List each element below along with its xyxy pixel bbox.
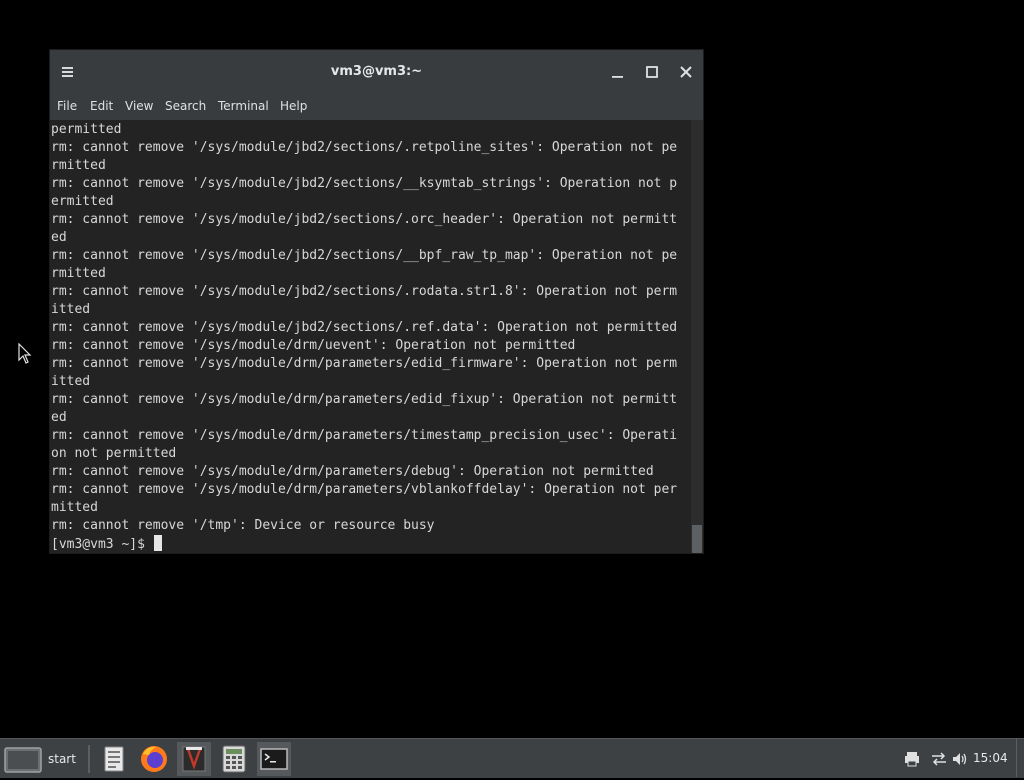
desktop: vm3@vm3:~ File Edit View Search Terminal… — [0, 0, 1024, 738]
maximize-icon[interactable] — [642, 62, 662, 82]
text-editor-icon — [182, 746, 206, 772]
calculator-icon — [222, 745, 246, 773]
terminal-line: rm: cannot remove '/tmp': Device or reso… — [51, 518, 435, 533]
menu-view[interactable]: View — [122, 94, 156, 118]
terminal-line: itted — [51, 374, 91, 389]
text-editor-launcher[interactable] — [177, 742, 211, 776]
show-desktop-button[interactable] — [1016, 739, 1024, 777]
terminal-line: rm: cannot remove '/sys/module/jbd2/sect… — [51, 140, 678, 155]
minimize-icon[interactable] — [608, 62, 628, 82]
terminal-line: rmitted — [51, 158, 106, 173]
terminal-line: rm: cannot remove '/sys/module/jbd2/sect… — [51, 284, 678, 299]
calculator-launcher[interactable] — [217, 742, 251, 776]
terminal-line: rm: cannot remove '/sys/module/drm/param… — [51, 428, 678, 443]
terminal-line: itted — [51, 302, 91, 317]
shell-prompt: [vm3@vm3 ~]$ — [51, 537, 153, 552]
start-label: start — [48, 752, 76, 766]
start-menu-icon — [4, 747, 42, 773]
scrollbar-thumb[interactable] — [692, 525, 702, 553]
text-cursor — [153, 535, 162, 551]
window-titlebar[interactable]: vm3@vm3:~ — [50, 50, 703, 94]
terminal-line: rm: cannot remove '/sys/module/drm/ueven… — [51, 338, 576, 353]
terminal-line: rm: cannot remove '/sys/module/jbd2/sect… — [51, 176, 678, 191]
terminal-line: rm: cannot remove '/sys/module/jbd2/sect… — [51, 248, 678, 263]
start-button[interactable]: start — [2, 743, 82, 775]
terminal-line: rm: cannot remove '/sys/module/jbd2/sect… — [51, 320, 678, 335]
terminal-line: rmitted — [51, 266, 106, 281]
terminal-line: mitted — [51, 500, 98, 515]
terminal-output[interactable]: permitted rm: cannot remove '/sys/module/… — [50, 120, 691, 553]
clock[interactable]: 15:04 — [973, 739, 1008, 777]
menu-file[interactable]: File — [54, 94, 80, 118]
terminal-line: rm: cannot remove '/sys/module/drm/param… — [51, 464, 654, 479]
terminal-lines: permitted rm: cannot remove '/sys/module/… — [51, 121, 677, 553]
vertical-scrollbar[interactable] — [691, 120, 703, 553]
firefox-launcher[interactable] — [137, 742, 171, 776]
menu-help[interactable]: Help — [277, 94, 310, 118]
file-manager-icon — [104, 746, 124, 772]
firefox-icon — [141, 746, 167, 772]
menu-bar: File Edit View Search Terminal Help — [50, 94, 703, 121]
terminal-line: on not permitted — [51, 446, 177, 461]
hamburger-icon[interactable] — [58, 62, 78, 82]
taskbar: start 15:04 — [0, 738, 1024, 778]
file-manager-launcher[interactable] — [97, 742, 131, 776]
terminal-prompt-line[interactable]: [vm3@vm3 ~]$ — [51, 535, 677, 553]
mouse-cursor-icon — [18, 343, 32, 364]
terminal-line: rm: cannot remove '/sys/module/drm/param… — [51, 482, 678, 497]
terminal-line: rm: cannot remove '/sys/module/drm/param… — [51, 392, 678, 407]
terminal-launcher[interactable] — [257, 742, 291, 776]
menu-search[interactable]: Search — [162, 94, 209, 118]
terminal-line: rm: cannot remove '/sys/module/drm/param… — [51, 356, 678, 371]
taskbar-separator — [88, 745, 90, 773]
menu-edit[interactable]: Edit — [87, 94, 116, 118]
terminal-line: permitted — [51, 122, 122, 137]
terminal-window[interactable]: vm3@vm3:~ File Edit View Search Terminal… — [50, 50, 703, 553]
terminal-line: ermitted — [51, 194, 114, 209]
terminal-line: ed — [51, 410, 67, 425]
printer-icon[interactable] — [903, 750, 921, 768]
network-icon[interactable] — [930, 750, 948, 768]
terminal-line: ed — [51, 230, 67, 245]
menu-terminal[interactable]: Terminal — [215, 94, 272, 118]
close-icon[interactable] — [676, 62, 696, 82]
terminal-icon — [260, 748, 288, 770]
window-title: vm3@vm3:~ — [330, 64, 423, 79]
volume-icon[interactable] — [951, 750, 969, 768]
terminal-line: rm: cannot remove '/sys/module/jbd2/sect… — [51, 212, 678, 227]
